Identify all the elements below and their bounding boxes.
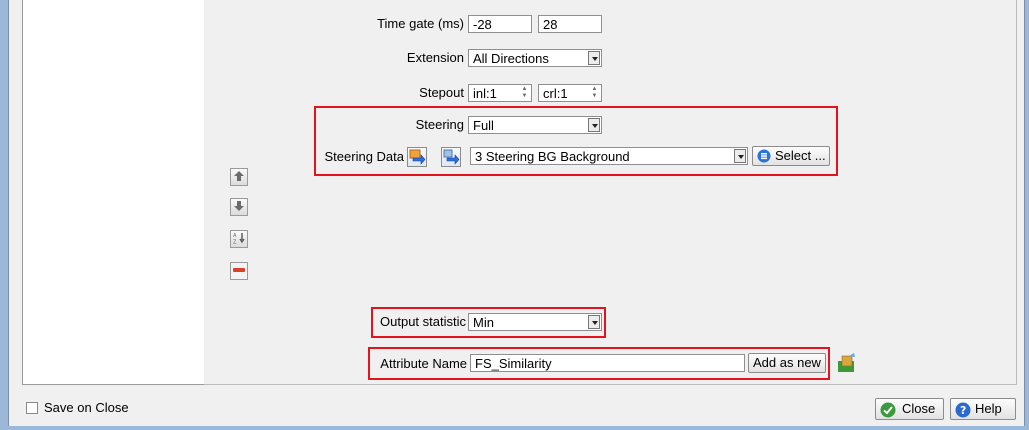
- close-button[interactable]: Close: [875, 398, 944, 420]
- evaluate-attribute-icon[interactable]: [836, 353, 856, 373]
- steering-data-label: Steering Data: [324, 149, 405, 164]
- attribute-list[interactable]: [22, 0, 205, 385]
- chevron-down-icon[interactable]: [588, 118, 600, 132]
- move-down-icon[interactable]: [230, 198, 248, 216]
- steering-data-value: 3 Steering BG Background: [475, 149, 630, 164]
- extension-select[interactable]: All Directions: [468, 49, 602, 67]
- list-icon: [757, 149, 771, 163]
- checkmark-icon: [880, 402, 896, 418]
- stepout-inline-spinner[interactable]: inl:1 ▲ ▼: [468, 84, 532, 102]
- save-on-close-checkbox[interactable]: [26, 402, 38, 414]
- help-icon: ?: [955, 402, 971, 418]
- help-button[interactable]: ? Help: [950, 398, 1016, 420]
- output-statistic-label: Output statistic: [380, 314, 466, 329]
- attribute-name-label: Attribute Name: [380, 356, 467, 371]
- attribute-name-input[interactable]: FS_Similarity: [470, 354, 745, 372]
- svg-text:A: A: [233, 233, 237, 239]
- stepout-label: Stepout: [419, 85, 464, 100]
- move-up-icon[interactable]: [230, 168, 248, 186]
- stepout-inline-value: inl:1: [473, 86, 497, 101]
- output-statistic-select[interactable]: Min: [468, 313, 602, 331]
- time-gate-label: Time gate (ms): [377, 16, 464, 31]
- remove-icon[interactable]: [230, 262, 248, 280]
- save-on-close-label: Save on Close: [44, 400, 129, 415]
- add-as-new-button[interactable]: Add as new: [748, 353, 826, 373]
- chevron-down-icon[interactable]: [588, 315, 600, 329]
- extension-value: All Directions: [473, 51, 549, 66]
- chevron-down-icon[interactable]: [734, 149, 746, 163]
- extension-label: Extension: [406, 50, 464, 65]
- import-steering-icon[interactable]: [407, 147, 427, 167]
- svg-text:?: ?: [960, 404, 966, 417]
- create-steering-icon[interactable]: [441, 147, 461, 167]
- stepout-crossline-spinner[interactable]: crl:1 ▲ ▼: [538, 84, 602, 102]
- close-button-label: Close: [902, 401, 936, 416]
- window-frame-left: [0, 0, 8, 430]
- time-gate-stop-input[interactable]: 28: [538, 15, 602, 33]
- steering-select[interactable]: Full: [468, 116, 602, 134]
- steering-label: Steering: [415, 117, 464, 132]
- stepout-crossline-value: crl:1: [543, 86, 568, 101]
- chevron-down-icon[interactable]: [588, 51, 600, 65]
- window-frame-bottom: [0, 426, 1029, 430]
- sort-az-icon[interactable]: A Z: [230, 230, 248, 248]
- spinner-arrows-icon[interactable]: ▲ ▼: [520, 86, 529, 100]
- spinner-arrows-icon[interactable]: ▲ ▼: [590, 86, 599, 100]
- steering-value: Full: [473, 118, 494, 133]
- svg-text:Z: Z: [233, 240, 237, 246]
- time-gate-start-input[interactable]: -28: [468, 15, 532, 33]
- steering-data-select[interactable]: 3 Steering BG Background: [470, 147, 748, 165]
- select-steering-button[interactable]: Select ...: [752, 146, 830, 166]
- help-button-label: Help: [975, 401, 1002, 416]
- output-statistic-value: Min: [473, 315, 494, 330]
- select-button-label: Select ...: [775, 148, 826, 163]
- attribute-parameters-panel: [204, 0, 1017, 385]
